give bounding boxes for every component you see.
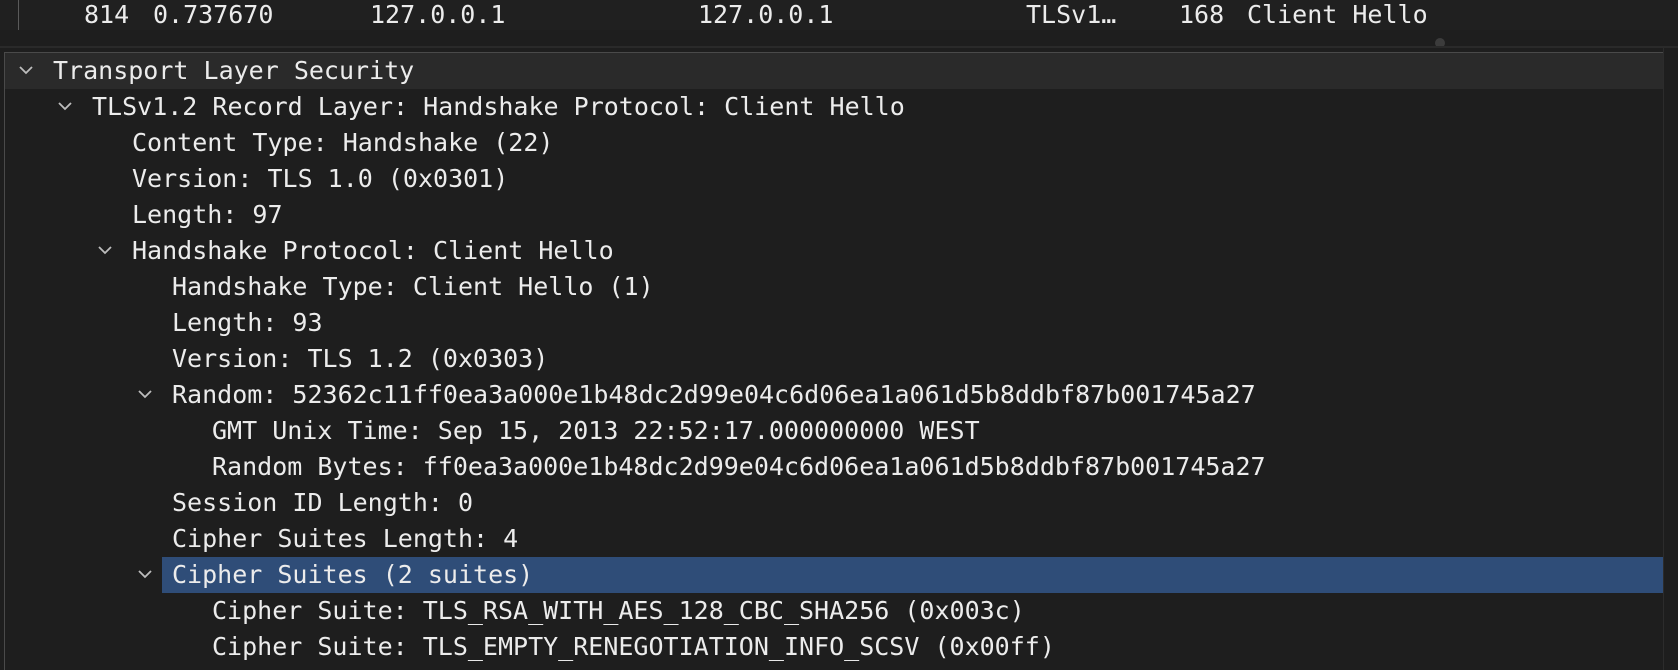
packet-info: Client Hello	[1247, 0, 1428, 29]
tree-label: Handshake Type: Client Hello (1)	[172, 272, 654, 301]
packet-destination: 127.0.0.1	[698, 0, 834, 29]
tree-row-handshake-version[interactable]: Version: TLS 1.2 (0x0303)	[5, 341, 1665, 377]
tree-row-cipher-suite-2[interactable]: Cipher Suite: TLS_EMPTY_RENEGOTIATION_IN…	[5, 629, 1665, 665]
tree-row-cipher-suite-1[interactable]: Cipher Suite: TLS_RSA_WITH_AES_128_CBC_S…	[5, 593, 1665, 629]
tree-label: Length: 93	[172, 308, 323, 337]
tree-label: Cipher Suites (2 suites)	[172, 560, 534, 589]
tree-row-cipher-suites[interactable]: Cipher Suites (2 suites)	[5, 557, 1665, 593]
packet-number: 814	[84, 0, 130, 29]
packet-length: 168	[1179, 0, 1225, 29]
tree-row-handshake-type[interactable]: Handshake Type: Client Hello (1)	[5, 269, 1665, 305]
tree-row-random[interactable]: Random: 52362c11ff0ea3a000e1b48dc2d99e04…	[5, 377, 1665, 413]
tree-label: Transport Layer Security	[53, 56, 415, 85]
tree-row-record-layer[interactable]: TLSv1.2 Record Layer: Handshake Protocol…	[5, 89, 1665, 125]
tree-row-tls[interactable]: Transport Layer Security	[5, 53, 1665, 89]
tree-label: Random Bytes: ff0ea3a000e1b48dc2d99e04c6…	[212, 452, 1266, 481]
chevron-down-icon[interactable]	[136, 557, 156, 593]
packet-details-pane: Transport Layer Security TLSv1.2 Record …	[0, 48, 1678, 670]
chevron-down-icon[interactable]	[136, 377, 156, 413]
tree-label: Version: TLS 1.0 (0x0301)	[132, 164, 509, 193]
packet-row[interactable]: 814 0.737670 127.0.0.1 127.0.0.1 TLSv1… …	[0, 0, 1678, 30]
tree-row-length[interactable]: Length: 97	[5, 197, 1665, 233]
packet-protocol: TLSv1…	[1026, 0, 1117, 29]
packet-time: 0.737670	[153, 0, 274, 29]
packet-source: 127.0.0.1	[370, 0, 506, 29]
tree-row-version[interactable]: Version: TLS 1.0 (0x0301)	[5, 161, 1665, 197]
tree-label: Content Type: Handshake (22)	[132, 128, 554, 157]
packet-details-tree: Transport Layer Security TLSv1.2 Record …	[4, 52, 1665, 670]
tree-row-random-bytes[interactable]: Random Bytes: ff0ea3a000e1b48dc2d99e04c6…	[5, 449, 1665, 485]
chevron-down-icon[interactable]	[17, 53, 37, 89]
tree-label: Random: 52362c11ff0ea3a000e1b48dc2d99e04…	[172, 380, 1256, 409]
tree-label: Session ID Length: 0	[172, 488, 474, 517]
wireshark-window: 814 0.737670 127.0.0.1 127.0.0.1 TLSv1… …	[0, 0, 1678, 670]
packet-list: 814 0.737670 127.0.0.1 127.0.0.1 TLSv1… …	[0, 0, 1678, 48]
tree-label: Handshake Protocol: Client Hello	[132, 236, 614, 265]
tree-row-gmt-unix-time[interactable]: GMT Unix Time: Sep 15, 2013 22:52:17.000…	[5, 413, 1665, 449]
tree-row-cipher-suites-length[interactable]: Cipher Suites Length: 4	[5, 521, 1665, 557]
tree-row-session-id-length[interactable]: Session ID Length: 0	[5, 485, 1665, 521]
tree-label: GMT Unix Time: Sep 15, 2013 22:52:17.000…	[212, 416, 980, 445]
tree-row-handshake-length[interactable]: Length: 93	[5, 305, 1665, 341]
tree-label: Cipher Suite: TLS_EMPTY_RENEGOTIATION_IN…	[212, 632, 1055, 661]
tree-label: Length: 97	[132, 200, 283, 229]
chevron-down-icon[interactable]	[96, 233, 116, 269]
vertical-scrollbar[interactable]	[1663, 48, 1678, 670]
tree-label: Version: TLS 1.2 (0x0303)	[172, 344, 549, 373]
column-separator	[18, 0, 19, 30]
tree-label: TLSv1.2 Record Layer: Handshake Protocol…	[92, 92, 905, 121]
tree-row-content-type[interactable]: Content Type: Handshake (22)	[5, 125, 1665, 161]
tree-row-handshake-protocol[interactable]: Handshake Protocol: Client Hello	[5, 233, 1665, 269]
tree-label: Cipher Suites Length: 4	[172, 524, 519, 553]
tree-label: Cipher Suite: TLS_RSA_WITH_AES_128_CBC_S…	[212, 596, 1025, 625]
chevron-down-icon[interactable]	[56, 89, 76, 125]
